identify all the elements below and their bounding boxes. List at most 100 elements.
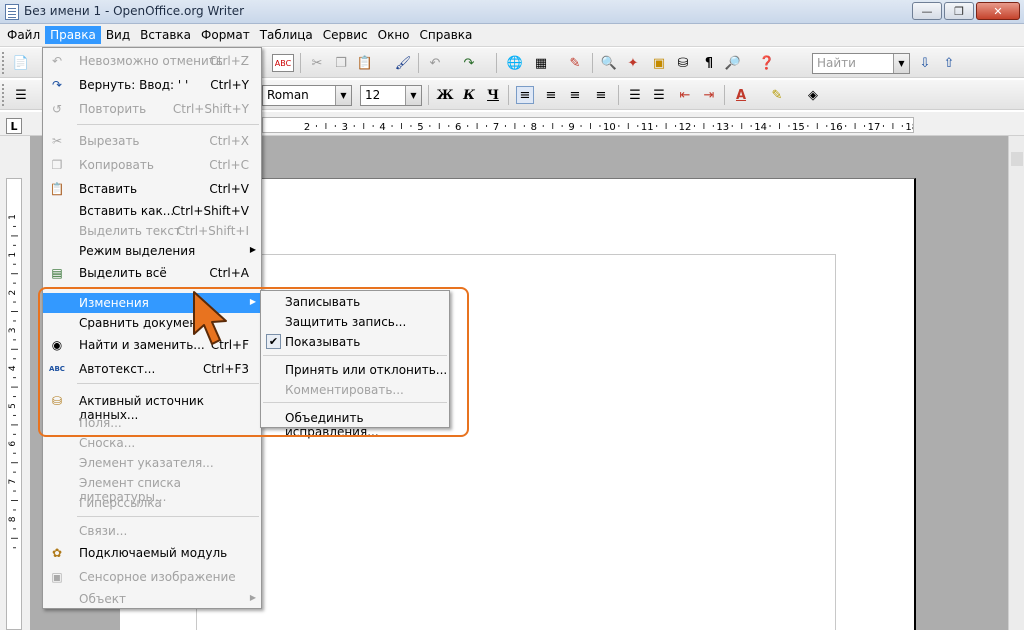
autospellcheck-icon[interactable]: ABC [272, 54, 294, 72]
font-name-combobox[interactable]: Roman ▼ [262, 85, 352, 106]
scroll-thumb[interactable] [1011, 152, 1023, 166]
zoom-icon[interactable]: 🔎 [724, 54, 742, 72]
menu-item-paste-special[interactable]: Вставить как... Ctrl+Shift+V [43, 201, 261, 221]
submenu-arrow-icon: ▶ [249, 245, 256, 254]
copy-icon[interactable]: ❐ [332, 54, 350, 72]
tab-stop-selector[interactable]: L [6, 118, 22, 134]
justify-icon[interactable]: ≡ [592, 86, 610, 104]
chevron-down-icon[interactable]: ▼ [405, 86, 421, 105]
repeat-icon: ↺ [51, 102, 63, 116]
cut-icon[interactable]: ✂ [308, 54, 326, 72]
menu-item-image-map[interactable]: ▣ Сенсорное изображение [43, 567, 261, 587]
nonprinting-characters-icon[interactable]: ¶ [700, 54, 718, 72]
highlighting-icon[interactable]: ✎ [768, 86, 786, 104]
image-map-icon: ▣ [51, 570, 63, 584]
styles-formatting-icon[interactable]: ☰ [12, 86, 30, 104]
show-draw-functions-icon[interactable]: ✎ [566, 54, 584, 72]
paste-icon: 📋 [49, 182, 65, 196]
toolbar-separator [300, 53, 301, 73]
writer-document-icon [5, 4, 19, 20]
align-center-icon[interactable]: ≡ [542, 86, 560, 104]
bold-button[interactable]: Ж [436, 86, 454, 104]
vertical-scrollbar[interactable] [1008, 136, 1024, 630]
window-controls: — ❐ ✕ [912, 2, 1020, 20]
help-icon[interactable]: ❓ [758, 54, 776, 72]
find-replace-icon[interactable]: 🔍 [600, 54, 618, 72]
menu-item-repeat[interactable]: ↺ Повторить Ctrl+Shift+Y [43, 99, 261, 119]
ruler-tick-label: 9 [568, 122, 574, 133]
clone-formatting-icon[interactable]: 🖌 [394, 54, 412, 72]
toolbar-handle[interactable] [2, 84, 6, 106]
navigator-icon[interactable]: ✦ [624, 54, 642, 72]
menu-item-redo[interactable]: ↷ Вернуть: Ввод: ' ' Ctrl+Y [43, 75, 261, 95]
menu-item-select-all[interactable]: ▤ Выделить всё Ctrl+A [43, 263, 261, 283]
window-title: Без имени 1 - OpenOffice.org Writer [24, 4, 245, 18]
menu-item-index-entry[interactable]: Элемент указателя... [43, 453, 261, 473]
menu-item-selection-mode[interactable]: Режим выделения ▶ [43, 241, 261, 261]
underline-button[interactable]: Ч [484, 86, 502, 104]
menu-item-links[interactable]: Связи... [43, 521, 261, 541]
menu-item-undo[interactable]: ↶ Невозможно отменить Ctrl+Z [43, 51, 261, 71]
menu-table[interactable]: Таблица [255, 26, 318, 44]
background-color-icon[interactable]: ◈ [804, 86, 822, 104]
menu-item-copy[interactable]: ❐ Копировать Ctrl+C [43, 155, 261, 175]
font-size-combobox[interactable]: 12 ▼ [360, 85, 422, 106]
find-previous-icon[interactable]: ⇧ [940, 54, 958, 72]
menu-format[interactable]: Формат [196, 26, 255, 44]
menu-item-cut[interactable]: ✂ Вырезать Ctrl+X [43, 131, 261, 151]
menu-tools[interactable]: Сервис [318, 26, 373, 44]
select-all-icon: ▤ [51, 266, 63, 280]
increase-indent-icon[interactable]: ⇥ [700, 86, 718, 104]
ruler-tick-label: 4 [379, 122, 385, 133]
menu-item-hyperlink[interactable]: Гиперссылка [43, 493, 261, 513]
numbering-icon[interactable]: ☰ [626, 86, 644, 104]
hyperlink-icon[interactable]: 🌐 [506, 54, 524, 72]
copy-icon: ❐ [51, 158, 63, 172]
ruler-tick-label: 6 [8, 441, 18, 447]
minimize-button[interactable]: — [912, 2, 942, 20]
cut-icon: ✂ [51, 134, 63, 148]
ruler-tick-label: 5 [8, 403, 18, 409]
close-button[interactable]: ✕ [976, 2, 1020, 20]
toolbar-handle[interactable] [2, 52, 6, 74]
title-bar: Без имени 1 - OpenOffice.org Writer — ❐ … [0, 0, 1024, 24]
new-document-icon[interactable]: 📄 [12, 54, 30, 72]
chevron-down-icon[interactable]: ▼ [893, 54, 909, 73]
gallery-icon[interactable]: ▣ [650, 54, 668, 72]
find-combobox[interactable]: Найти ▼ [812, 53, 910, 74]
ruler-tick-label: 13 [716, 122, 729, 133]
font-color-icon[interactable]: A [732, 86, 750, 104]
find-next-icon[interactable]: ⇩ [916, 54, 934, 72]
bullets-icon[interactable]: ☰ [650, 86, 668, 104]
menu-insert[interactable]: Вставка [135, 26, 196, 44]
paste-icon[interactable]: 📋 [356, 54, 374, 72]
decrease-indent-icon[interactable]: ⇤ [676, 86, 694, 104]
ruler-tick-label: 6 [455, 122, 461, 133]
maximize-button[interactable]: ❐ [944, 2, 974, 20]
ruler-tick-label: 8 [8, 516, 18, 522]
table-icon[interactable]: ▦ [532, 54, 550, 72]
data-sources-icon[interactable]: ⛁ [674, 54, 692, 72]
ruler-tick-label: 12 [679, 122, 692, 133]
menu-help[interactable]: Справка [415, 26, 478, 44]
menu-view[interactable]: Вид [101, 26, 135, 44]
redo-icon[interactable]: ↷ [460, 54, 478, 72]
undo-icon[interactable]: ↶ [426, 54, 444, 72]
chevron-down-icon[interactable]: ▼ [335, 86, 351, 105]
ruler-tick-label: 3 [342, 122, 348, 133]
align-left-icon[interactable]: ≡ [516, 86, 534, 104]
menu-item-plugin[interactable]: ✿ Подключаемый модуль [43, 543, 261, 563]
menu-item-paste[interactable]: 📋 Вставить Ctrl+V [43, 179, 261, 199]
menu-window[interactable]: Окно [373, 26, 415, 44]
ruler-tick-label: 16 [830, 122, 843, 133]
italic-button[interactable]: К [460, 86, 478, 104]
menu-item-object[interactable]: Объект ▶ [43, 589, 261, 609]
menu-item-select-text[interactable]: Выделить текст Ctrl+Shift+I [43, 221, 261, 241]
menu-edit[interactable]: Правка [45, 26, 101, 44]
menu-file[interactable]: Файл [2, 26, 45, 44]
align-right-icon[interactable]: ≡ [566, 86, 584, 104]
submenu-arrow-icon: ▶ [249, 593, 256, 602]
menu-item-bibliography-entry[interactable]: Элемент списка литературы... [43, 473, 261, 504]
toolbar-separator [592, 53, 593, 73]
toolbar-separator [724, 85, 725, 105]
